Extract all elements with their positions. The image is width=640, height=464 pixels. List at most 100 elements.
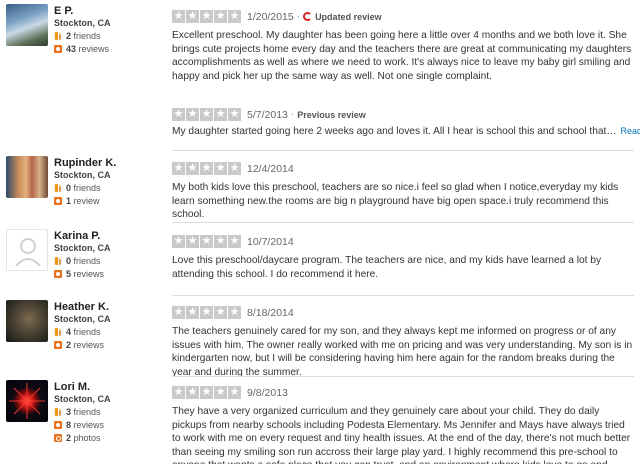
star-rating [172,305,242,319]
previous-review: 5/7/2013·Previous review My daughter sta… [0,100,640,150]
reviewer-name[interactable]: Heather K. [54,301,109,313]
reviews-icon [54,270,62,278]
friends-count: 2 friends [54,31,101,42]
reviewer-info: E P. Stockton, CA 2 friends 43 reviews [6,4,166,104]
star-icon [214,385,227,399]
review-date: 5/7/2013 [247,109,288,121]
star-icon [200,385,213,399]
reviewer-name[interactable]: Karina P. [54,230,100,242]
review-date: 8/18/2014 [247,307,294,319]
review-date: 10/7/2014 [247,236,294,248]
reviews-count: 5 reviews [54,269,104,280]
review-text: Excellent preschool. My daughter has bee… [172,30,632,82]
star-icon [214,107,227,121]
avatar[interactable] [6,300,48,342]
camera-icon [54,434,62,442]
separator-dot: · [296,11,301,22]
star-icon [214,234,227,248]
star-icon [228,161,241,175]
review-text: The teachers genuinely cared for my son,… [172,326,633,378]
star-icon [172,9,185,23]
star-icon [172,161,185,175]
review-date: 1/20/2015 [247,11,294,23]
previous-review-label: Previous review [297,110,366,120]
friends-count: 3 friends [54,407,101,418]
star-rating [172,9,242,23]
review-meta: 9/8/2013 [172,385,288,400]
review-meta: 1/20/2015·Updated review [172,9,382,24]
updated-review-label: Updated review [303,10,382,24]
reviewer-info: Rupinder K. Stockton, CA 0 friends 1 rev… [6,156,166,226]
read-more-link[interactable]: Read more [621,126,640,136]
star-rating [172,161,242,175]
reviews-count: 43 reviews [54,44,109,55]
reviewer-info: Heather K. Stockton, CA 4 friends 2 revi… [6,300,166,380]
reviewer-info: Lori M. Stockton, CA 3 friends 8 reviews… [6,380,166,464]
star-icon [172,385,185,399]
star-icon [228,234,241,248]
avatar[interactable] [6,4,48,46]
star-icon [200,161,213,175]
review-meta: 12/4/2014 [172,161,294,176]
review-text: My both kids love this preschool, teache… [172,182,619,221]
star-rating [172,234,242,248]
review-text: My daughter started going here 2 weeks a… [172,125,640,139]
reviews-count: 1 review [54,196,100,207]
star-icon [172,234,185,248]
default-user-icon [15,238,41,267]
reviewer-location: Stockton, CA [54,314,111,324]
reviewer-location: Stockton, CA [54,18,111,28]
star-icon [200,234,213,248]
review-card: Rupinder K. Stockton, CA 0 friends 1 rev… [0,152,640,222]
reviewer-name[interactable]: Lori M. [54,381,90,393]
review-date: 12/4/2014 [247,163,294,175]
star-icon [186,9,199,23]
review-meta: 8/18/2014 [172,305,294,320]
update-icon [303,12,313,21]
star-icon [186,385,199,399]
review-card: Karina P. Stockton, CA 0 friends 5 revie… [0,225,640,295]
reviewer-location: Stockton, CA [54,243,111,253]
reviews-icon [54,197,62,205]
divider [172,150,634,151]
star-icon [172,305,185,319]
review-card: E P. Stockton, CA 2 friends 43 reviews 1… [0,0,640,100]
avatar[interactable] [6,156,48,198]
reviews-icon [54,341,62,349]
divider [172,222,634,223]
reviewer-name[interactable]: Rupinder K. [54,157,116,169]
reviewer-info: Karina P. Stockton, CA 0 friends 5 revie… [6,229,166,299]
star-rating [172,385,242,399]
firework-icon [9,383,45,419]
reviewer-name[interactable]: E P. [54,5,73,17]
review-text: Love this preschool/daycare program. The… [172,255,602,280]
star-icon [172,107,185,121]
star-icon [186,305,199,319]
review-date: 9/8/2013 [247,387,288,399]
review-text: They have a very organized curriculum an… [172,406,631,464]
star-icon [228,107,241,121]
reviews-count: 2 reviews [54,340,104,351]
star-rating [172,107,242,121]
friends-icon [54,257,62,265]
separator-dot: · [290,109,295,120]
avatar[interactable] [6,380,48,422]
friends-count: 4 friends [54,327,101,338]
reviews-count: 8 reviews [54,420,104,431]
star-icon [200,305,213,319]
star-icon [214,161,227,175]
review-card: Heather K. Stockton, CA 4 friends 2 revi… [0,296,640,378]
friends-count: 0 friends [54,256,101,267]
star-icon [200,107,213,121]
friends-icon [54,184,62,192]
review-excerpt: My daughter started going here 2 weeks a… [172,126,617,137]
review-meta: 10/7/2014 [172,234,294,249]
star-icon [214,9,227,23]
star-icon [228,9,241,23]
star-icon [228,385,241,399]
review-meta: 5/7/2013·Previous review [172,107,366,122]
avatar-placeholder[interactable] [6,229,48,271]
friends-icon [54,328,62,336]
star-icon [228,305,241,319]
review-card: Lori M. Stockton, CA 3 friends 8 reviews… [0,376,640,464]
